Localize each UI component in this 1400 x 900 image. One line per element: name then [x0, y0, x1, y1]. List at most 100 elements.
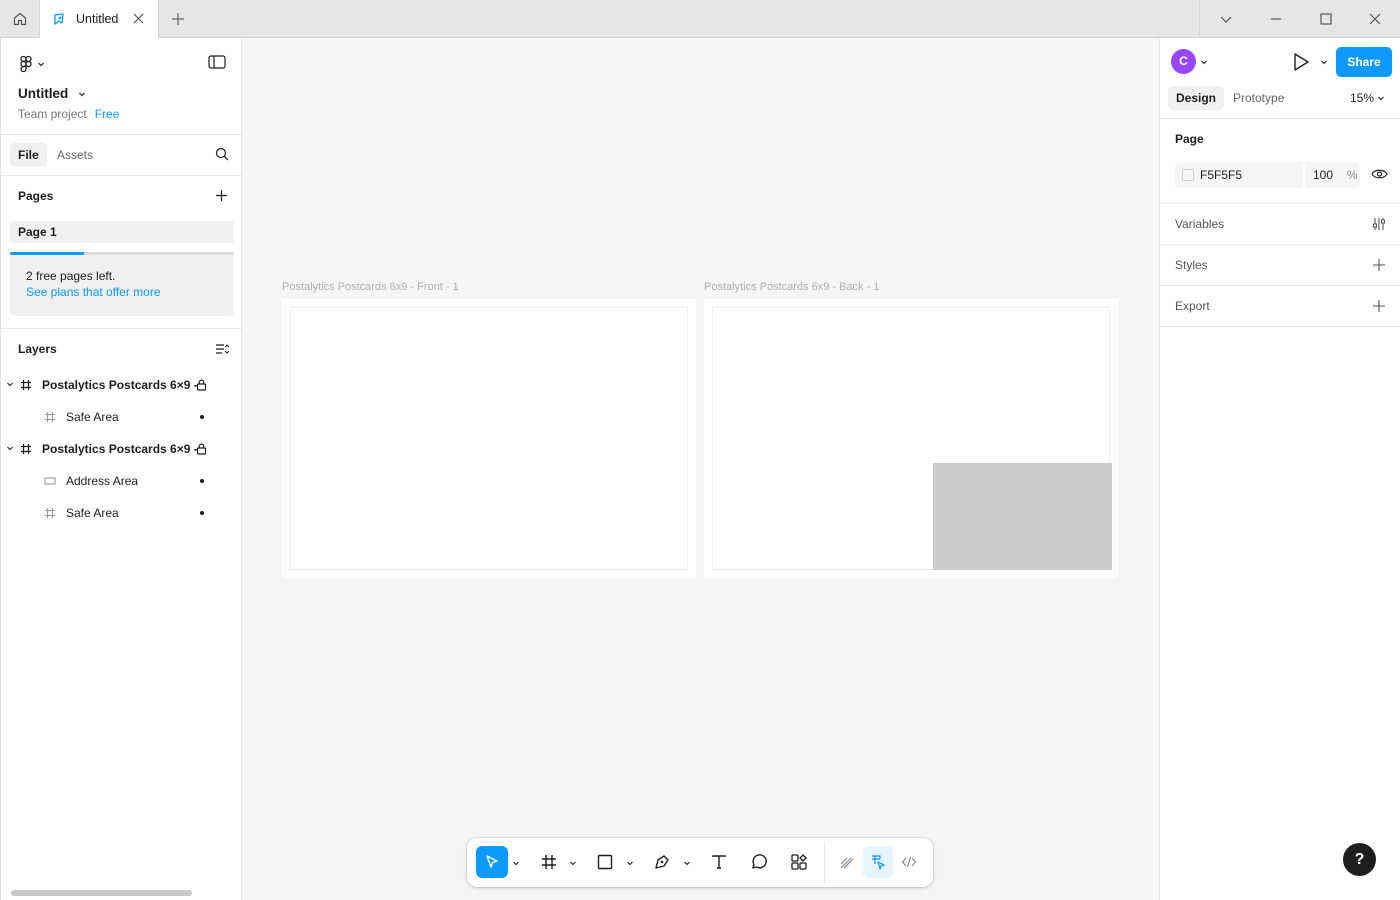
frame-label-back[interactable]: Postalytics Postcards 6x9 - Back - 1 — [704, 281, 879, 293]
chevron-down-icon — [38, 62, 44, 67]
bottom-toolbar — [467, 838, 933, 887]
search-icon[interactable] — [215, 147, 229, 161]
chevron-down-icon[interactable] — [1320, 58, 1328, 66]
fill-opacity-input[interactable]: 100 — [1313, 168, 1333, 182]
chevron-down-icon[interactable] — [1200, 58, 1208, 66]
export-title: Export — [1175, 299, 1210, 313]
layer-dot — [200, 511, 204, 515]
team-label: Team project — [18, 107, 87, 121]
file-name-button[interactable]: Untitled — [18, 86, 86, 101]
design-mode-button[interactable] — [863, 846, 893, 878]
frame-icon — [45, 508, 55, 518]
new-tab-icon[interactable] — [170, 11, 186, 27]
plan-badge[interactable]: Free — [95, 107, 120, 121]
zoom-dropdown[interactable]: 15% — [1350, 86, 1385, 110]
draw-mode-button[interactable] — [832, 846, 862, 878]
divider — [1160, 118, 1400, 119]
rectangle-icon — [44, 477, 56, 485]
layer-name: Postalytics Postcards 6×9 - — [42, 442, 198, 456]
home-button[interactable] — [0, 0, 40, 38]
expand-chevron-icon[interactable] — [6, 444, 14, 452]
frame-tool-button[interactable] — [533, 846, 565, 878]
variables-settings-icon[interactable] — [1372, 217, 1386, 231]
frame-back[interactable] — [704, 299, 1118, 578]
pages-usage-bar — [10, 252, 234, 255]
chevron-down-icon — [79, 92, 86, 96]
pages-upgrade-promo: 2 free pages left. See plans that offer … — [10, 252, 234, 316]
see-plans-link[interactable]: See plans that offer more — [26, 285, 161, 299]
divider — [1160, 203, 1400, 204]
layer-row-safe-area[interactable]: Safe Area — [1, 497, 242, 529]
layer-row-safe-area[interactable]: Safe Area — [1, 401, 242, 433]
left-panel: Untitled Team project Free File Assets P… — [0, 38, 242, 900]
fill-hex-input[interactable]: F5F5F5 — [1200, 168, 1242, 182]
figma-file-icon — [54, 13, 64, 25]
collapse-layers-icon[interactable] — [215, 342, 229, 356]
tab-untitled[interactable]: Untitled — [40, 0, 159, 38]
avatar[interactable]: C — [1171, 49, 1196, 74]
add-page-icon[interactable] — [215, 189, 228, 202]
pen-tool-button[interactable] — [646, 846, 678, 878]
move-tool-button[interactable] — [476, 846, 508, 878]
add-style-icon[interactable] — [1372, 258, 1386, 272]
panel-toggle-icon[interactable] — [208, 55, 226, 69]
expand-chevron-icon[interactable] — [6, 380, 14, 388]
toolbar-divider — [824, 842, 825, 883]
frame-icon — [21, 380, 31, 390]
tabs-dropdown-icon[interactable] — [1219, 12, 1233, 26]
lock-icon[interactable] — [196, 379, 207, 391]
layer-row-back-frame[interactable]: Postalytics Postcards 6×9 - — [1, 433, 242, 465]
actions-tool-button[interactable] — [783, 846, 815, 878]
eye-icon[interactable] — [1371, 168, 1388, 180]
address-area[interactable] — [933, 463, 1112, 570]
text-tool-button[interactable] — [703, 846, 735, 878]
share-button[interactable]: Share — [1336, 47, 1392, 77]
promo-text: 2 free pages left. — [26, 269, 116, 283]
main-menu-button[interactable] — [19, 55, 45, 73]
canvas[interactable]: Postalytics Postcards 6x9 - Front - 1 Po… — [242, 38, 1159, 900]
lock-icon[interactable] — [196, 443, 207, 455]
tab-prototype[interactable]: Prototype — [1233, 86, 1284, 110]
minimize-icon[interactable] — [1269, 12, 1283, 26]
chevron-down-icon[interactable] — [569, 859, 577, 867]
pages-usage-fill — [10, 252, 84, 255]
shape-tool-button[interactable] — [589, 846, 621, 878]
comment-icon — [752, 854, 767, 869]
zoom-level: 15% — [1350, 91, 1375, 105]
window-controls — [1199, 0, 1400, 38]
layer-name: Safe Area — [66, 506, 119, 520]
chevron-down-icon[interactable] — [683, 859, 691, 867]
comment-tool-button[interactable] — [743, 846, 775, 878]
chevron-down-icon — [1378, 96, 1384, 101]
layer-row-address-area[interactable]: Address Area — [1, 465, 242, 497]
tab-file[interactable]: File — [10, 143, 47, 167]
layer-row-front-frame[interactable]: Postalytics Postcards 6×9 - — [1, 369, 242, 401]
safe-area-front[interactable] — [290, 307, 688, 570]
chevron-down-icon[interactable] — [626, 859, 634, 867]
frame-icon — [21, 444, 31, 454]
page-fill-row[interactable]: F5F5F5 100 % — [1175, 162, 1360, 188]
frame-front[interactable] — [282, 299, 696, 578]
layer-name: Postalytics Postcards 6×9 - — [42, 378, 198, 392]
color-swatch[interactable] — [1182, 169, 1194, 181]
page-item[interactable]: Page 1 — [10, 221, 234, 243]
close-tab-icon[interactable] — [132, 12, 145, 25]
tab-design[interactable]: Design — [1168, 86, 1225, 110]
help-button[interactable]: ? — [1343, 843, 1376, 876]
frame-label-front[interactable]: Postalytics Postcards 6x9 - Front - 1 — [282, 281, 459, 293]
layer-dot — [200, 415, 204, 419]
divider — [1, 328, 242, 329]
frame-icon — [45, 412, 55, 422]
dev-mode-button[interactable] — [894, 846, 924, 878]
tab-assets[interactable]: Assets — [57, 143, 93, 167]
close-window-icon[interactable] — [1368, 12, 1382, 26]
present-play-icon[interactable] — [1292, 52, 1310, 72]
draw-mode-icon — [840, 857, 854, 869]
add-export-icon[interactable] — [1372, 299, 1386, 313]
pen-icon — [655, 855, 669, 869]
maximize-icon[interactable] — [1319, 12, 1333, 26]
chevron-down-icon[interactable] — [512, 859, 520, 867]
layer-name: Address Area — [66, 474, 139, 488]
horizontal-scrollbar[interactable] — [11, 890, 192, 896]
layers-title: Layers — [18, 342, 57, 356]
